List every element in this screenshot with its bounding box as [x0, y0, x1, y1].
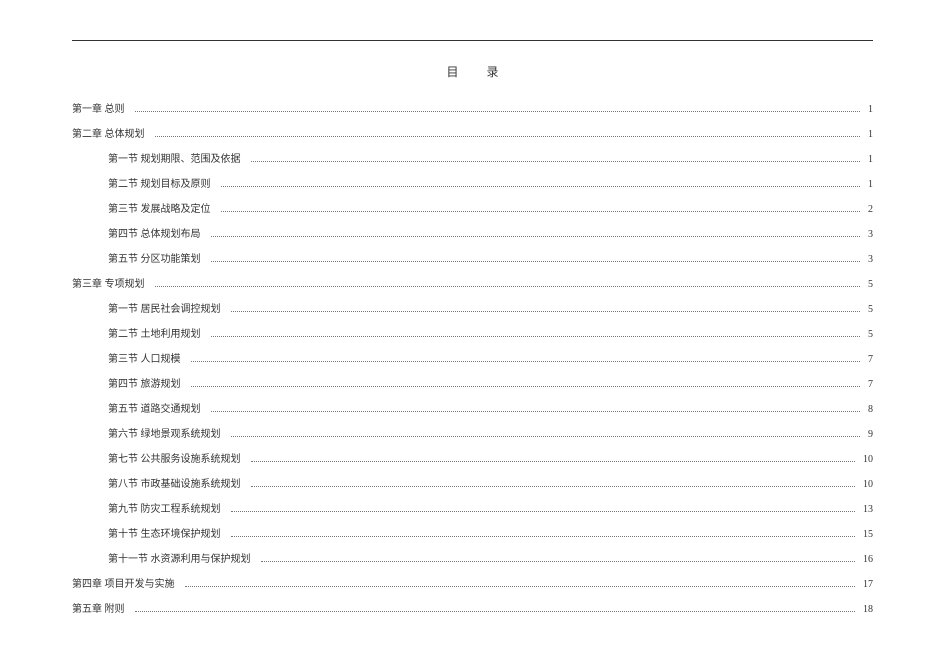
toc-leader-dots: [185, 579, 856, 588]
toc-leader-dots: [191, 379, 861, 388]
toc-entry: 第五章 附则 18: [72, 600, 873, 615]
toc-leader-dots: [191, 354, 861, 363]
toc-entry: 第十节 生态环境保护规划 15: [72, 525, 873, 540]
top-rule: [72, 40, 873, 41]
toc-leader-dots: [211, 404, 861, 413]
toc-entry-page: 2: [862, 204, 873, 215]
toc-entry-label: 第四章 项目开发与实施: [72, 575, 183, 590]
toc-leader-dots: [135, 104, 861, 113]
toc-entry: 第一节 居民社会调控规划 5: [72, 300, 873, 315]
toc-entry: 第二节 规划目标及原则 1: [72, 175, 873, 190]
toc-entry-label: 第五节 道路交通规划: [108, 400, 209, 415]
toc-leader-dots: [251, 454, 856, 463]
toc-leader-dots: [231, 529, 856, 538]
toc-entry: 第二节 土地利用规划 5: [72, 325, 873, 340]
toc-entry-label: 第九节 防灾工程系统规划: [108, 500, 229, 515]
toc-entry-page: 18: [857, 604, 873, 615]
toc-entry: 第十一节 水资源利用与保护规划 16: [72, 550, 873, 565]
toc-entry-label: 第四节 旅游规划: [108, 375, 189, 390]
toc-entry-label: 第七节 公共服务设施系统规划: [108, 450, 249, 465]
toc-leader-dots: [221, 179, 861, 188]
toc-entry: 第四章 项目开发与实施 17: [72, 575, 873, 590]
toc-leader-dots: [231, 304, 861, 313]
toc-entry: 第六节 绿地景观系统规划 9: [72, 425, 873, 440]
toc-leader-dots: [251, 479, 856, 488]
toc-entry-page: 7: [862, 379, 873, 390]
toc-leader-dots: [211, 229, 861, 238]
toc-entry-label: 第五章 附则: [72, 600, 133, 615]
toc-list: 第一章 总则1第二章 总体规划1第一节 规划期限、范围及依据1第二节 规划目标及…: [72, 100, 873, 615]
page-container: 目录 第一章 总则1第二章 总体规划1第一节 规划期限、范围及依据1第二节 规划…: [0, 0, 945, 655]
toc-entry-label: 第十节 生态环境保护规划: [108, 525, 229, 540]
toc-entry: 第三章 专项规划 5: [72, 275, 873, 290]
toc-entry-label: 第五节 分区功能策划: [108, 250, 209, 265]
toc-entry-label: 第一节 居民社会调控规划: [108, 300, 229, 315]
toc-entry-page: 8: [862, 404, 873, 415]
toc-entry-label: 第二节 土地利用规划: [108, 325, 209, 340]
toc-entry-page: 10: [857, 479, 873, 490]
toc-entry: 第五节 道路交通规划 8: [72, 400, 873, 415]
toc-entry-label: 第四节 总体规划布局: [108, 225, 209, 240]
toc-entry-label: 第一节 规划期限、范围及依据: [108, 150, 249, 165]
toc-entry-page: 5: [862, 279, 873, 290]
toc-entry: 第二章 总体规划 1: [72, 125, 873, 140]
toc-entry-page: 5: [862, 329, 873, 340]
toc-entry-page: 1: [862, 179, 873, 190]
toc-entry-page: 1: [862, 129, 873, 140]
toc-entry: 第三节 人口规模 7: [72, 350, 873, 365]
toc-leader-dots: [135, 604, 856, 613]
toc-entry-label: 第三章 专项规划: [72, 275, 153, 290]
toc-leader-dots: [261, 554, 856, 563]
toc-entry-label: 第二节 规划目标及原则: [108, 175, 219, 190]
toc-entry: 第七节 公共服务设施系统规划 10: [72, 450, 873, 465]
toc-entry-page: 10: [857, 454, 873, 465]
toc-entry-page: 9: [862, 429, 873, 440]
toc-leader-dots: [231, 504, 856, 513]
toc-entry-page: 7: [862, 354, 873, 365]
toc-entry-page: 1: [862, 104, 873, 115]
toc-entry: 第五节 分区功能策划 3: [72, 250, 873, 265]
toc-leader-dots: [155, 129, 861, 138]
toc-entry: 第四节 总体规划布局 3: [72, 225, 873, 240]
toc-entry: 第三节 发展战略及定位 2: [72, 200, 873, 215]
toc-entry-page: 16: [857, 554, 873, 565]
toc-entry-label: 第六节 绿地景观系统规划: [108, 425, 229, 440]
toc-entry-page: 15: [857, 529, 873, 540]
toc-entry: 第九节 防灾工程系统规划 13: [72, 500, 873, 515]
toc-leader-dots: [231, 429, 861, 438]
toc-entry: 第四节 旅游规划 7: [72, 375, 873, 390]
toc-entry-label: 第三节 发展战略及定位: [108, 200, 219, 215]
toc-title: 目录: [72, 63, 873, 80]
toc-leader-dots: [251, 154, 861, 163]
toc-entry-label: 第十一节 水资源利用与保护规划: [108, 550, 259, 565]
toc-entry-label: 第一章 总则: [72, 100, 133, 115]
toc-entry-label: 第八节 市政基础设施系统规划: [108, 475, 249, 490]
toc-entry-page: 3: [862, 254, 873, 265]
toc-leader-dots: [221, 204, 861, 213]
toc-entry-label: 第二章 总体规划: [72, 125, 153, 140]
toc-entry-page: 13: [857, 504, 873, 515]
toc-entry: 第一章 总则 1: [72, 100, 873, 115]
toc-entry: 第一节 规划期限、范围及依据 1: [72, 150, 873, 165]
toc-entry-page: 5: [862, 304, 873, 315]
toc-leader-dots: [211, 329, 861, 338]
toc-leader-dots: [211, 254, 861, 263]
toc-entry-page: 17: [857, 579, 873, 590]
toc-entry: 第八节 市政基础设施系统规划 10: [72, 475, 873, 490]
toc-entry-label: 第三节 人口规模: [108, 350, 189, 365]
toc-entry-page: 3: [862, 229, 873, 240]
toc-entry-page: 1: [862, 154, 873, 165]
toc-leader-dots: [155, 279, 861, 288]
